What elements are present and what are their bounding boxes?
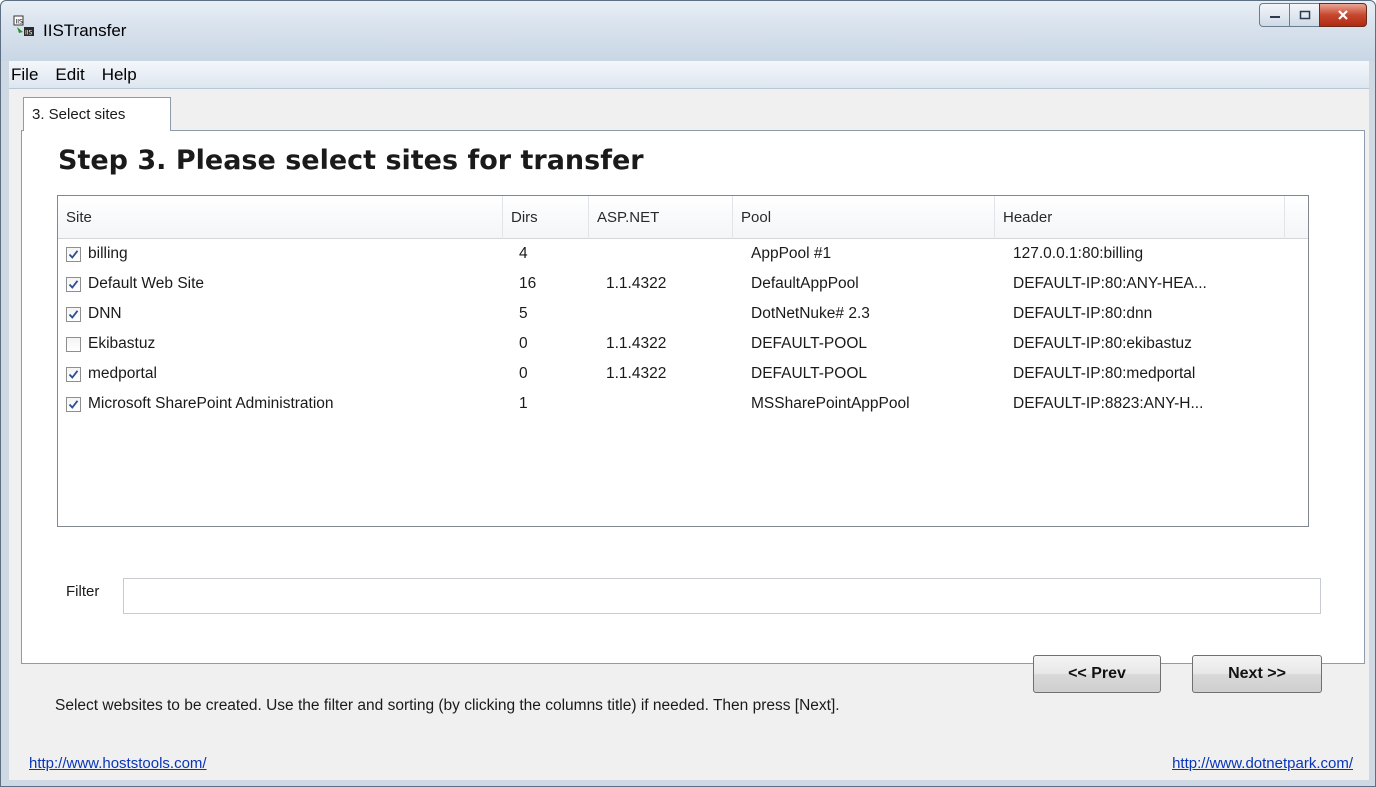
filter-input[interactable] bbox=[123, 578, 1321, 614]
header-cell: DEFAULT-IP:80:ANY-HEA... bbox=[1013, 275, 1207, 292]
site-checkbox[interactable] bbox=[66, 396, 81, 412]
close-button[interactable] bbox=[1319, 3, 1367, 27]
site-name: billing bbox=[88, 245, 128, 262]
list-header: Site Dirs ASP.NET Pool Header bbox=[58, 196, 1308, 239]
pool-cell: MSSharePointAppPool bbox=[751, 395, 910, 412]
pool-cell: DefaultAppPool bbox=[751, 275, 859, 292]
prev-button[interactable]: << Prev bbox=[1033, 655, 1161, 693]
header-cell: DEFAULT-IP:80:medportal bbox=[1013, 365, 1196, 382]
aspnet-cell: 1.1.4322 bbox=[606, 335, 667, 352]
table-row[interactable]: DNN 5 DotNetNuke# 2.3 DEFAULT-IP:80:dnn bbox=[58, 299, 1308, 329]
aspnet-cell: 1.1.4322 bbox=[606, 365, 667, 382]
minimize-button[interactable] bbox=[1259, 3, 1289, 27]
aspnet-cell: 1.1.4322 bbox=[606, 275, 667, 292]
page-title: Step 3. Please select sites for transfer bbox=[58, 145, 644, 176]
svg-text:IIS: IIS bbox=[25, 30, 33, 37]
minimize-icon bbox=[1269, 16, 1280, 18]
dirs-cell: 1 bbox=[519, 395, 528, 412]
dirs-cell: 5 bbox=[519, 305, 528, 322]
site-name: Ekibastuz bbox=[88, 335, 156, 352]
site-cell: Microsoft SharePoint Administration bbox=[66, 389, 496, 419]
table-row[interactable]: billing 4 AppPool #1 127.0.0.1:80:billin… bbox=[58, 239, 1308, 269]
dirs-cell: 0 bbox=[519, 365, 528, 382]
client-area: 3. Select sites Step 3. Please select si… bbox=[9, 89, 1369, 780]
site-cell: DNN bbox=[66, 299, 496, 329]
dotnetpark-link[interactable]: http://www.dotnetpark.com/ bbox=[1172, 755, 1353, 772]
column-header-pool[interactable]: Pool bbox=[733, 196, 995, 239]
dirs-cell: 16 bbox=[519, 275, 537, 292]
site-name: DNN bbox=[88, 305, 122, 322]
column-header-aspnet[interactable]: ASP.NET bbox=[589, 196, 733, 239]
app-window: IIS IIS IISTransfer File Edit Help 3. Se… bbox=[0, 0, 1376, 787]
table-row[interactable]: medportal 0 1.1.4322 DEFAULT-POOL DEFAUL… bbox=[58, 359, 1308, 389]
window-title: IISTransfer bbox=[43, 21, 127, 40]
tab-select-sites[interactable]: 3. Select sites bbox=[23, 97, 171, 131]
dirs-cell: 4 bbox=[519, 245, 528, 262]
site-cell: billing bbox=[66, 239, 496, 269]
header-cell: DEFAULT-IP:80:dnn bbox=[1013, 305, 1153, 322]
column-header-site[interactable]: Site bbox=[58, 196, 503, 239]
site-cell: medportal bbox=[66, 359, 496, 389]
pool-cell: DotNetNuke# 2.3 bbox=[751, 305, 870, 322]
site-checkbox[interactable] bbox=[66, 306, 81, 322]
column-header-header[interactable]: Header bbox=[995, 196, 1285, 239]
maximize-button[interactable] bbox=[1289, 3, 1319, 27]
site-name: Microsoft SharePoint Administration bbox=[88, 395, 334, 412]
help-text: Select websites to be created. Use the f… bbox=[55, 697, 840, 714]
hoststools-link[interactable]: http://www.hoststools.com/ bbox=[29, 755, 207, 772]
site-cell: Default Web Site bbox=[66, 269, 496, 299]
sites-list[interactable]: Site Dirs ASP.NET Pool Header billing 4 … bbox=[57, 195, 1309, 527]
menu-bar: File Edit Help bbox=[9, 61, 1369, 89]
site-checkbox[interactable] bbox=[66, 336, 81, 352]
menu-edit[interactable]: Edit bbox=[55, 65, 93, 85]
site-cell: Ekibastuz bbox=[66, 329, 496, 359]
aspnet-cell bbox=[606, 239, 736, 269]
menu-help[interactable]: Help bbox=[102, 65, 146, 85]
pool-cell: AppPool #1 bbox=[751, 245, 832, 262]
aspnet-cell bbox=[606, 299, 736, 329]
table-row[interactable]: Default Web Site 16 1.1.4322 DefaultAppP… bbox=[58, 269, 1308, 299]
table-row[interactable]: Microsoft SharePoint Administration 1 MS… bbox=[58, 389, 1308, 419]
site-checkbox[interactable] bbox=[66, 366, 81, 382]
maximize-icon bbox=[1299, 10, 1310, 20]
tab-panel: Step 3. Please select sites for transfer… bbox=[21, 130, 1365, 693]
next-button[interactable]: Next >> bbox=[1192, 655, 1322, 693]
filter-label: Filter bbox=[66, 583, 100, 600]
svg-text:IIS: IIS bbox=[16, 19, 24, 26]
table-row[interactable]: Ekibastuz 0 1.1.4322 DEFAULT-POOL DEFAUL… bbox=[58, 329, 1308, 359]
dirs-cell: 0 bbox=[519, 335, 528, 352]
header-cell: DEFAULT-IP:80:ekibastuz bbox=[1013, 335, 1192, 352]
pool-cell: DEFAULT-POOL bbox=[751, 335, 867, 352]
header-cell: 127.0.0.1:80:billing bbox=[1013, 245, 1144, 262]
site-name: medportal bbox=[88, 365, 157, 382]
list-rows: billing 4 AppPool #1 127.0.0.1:80:billin… bbox=[58, 239, 1308, 419]
app-icon: IIS IIS bbox=[13, 15, 34, 37]
close-icon bbox=[1338, 10, 1348, 20]
window-controls bbox=[1259, 3, 1367, 27]
site-name: Default Web Site bbox=[88, 275, 205, 292]
header-cell: DEFAULT-IP:8823:ANY-H... bbox=[1013, 395, 1204, 412]
pool-cell: DEFAULT-POOL bbox=[751, 365, 867, 382]
aspnet-cell bbox=[606, 389, 736, 419]
site-checkbox[interactable] bbox=[66, 276, 81, 292]
site-checkbox[interactable] bbox=[66, 246, 81, 262]
title-bar[interactable]: IIS IIS IISTransfer bbox=[1, 1, 1375, 61]
column-header-dirs[interactable]: Dirs bbox=[503, 196, 589, 239]
menu-file[interactable]: File bbox=[11, 65, 47, 85]
